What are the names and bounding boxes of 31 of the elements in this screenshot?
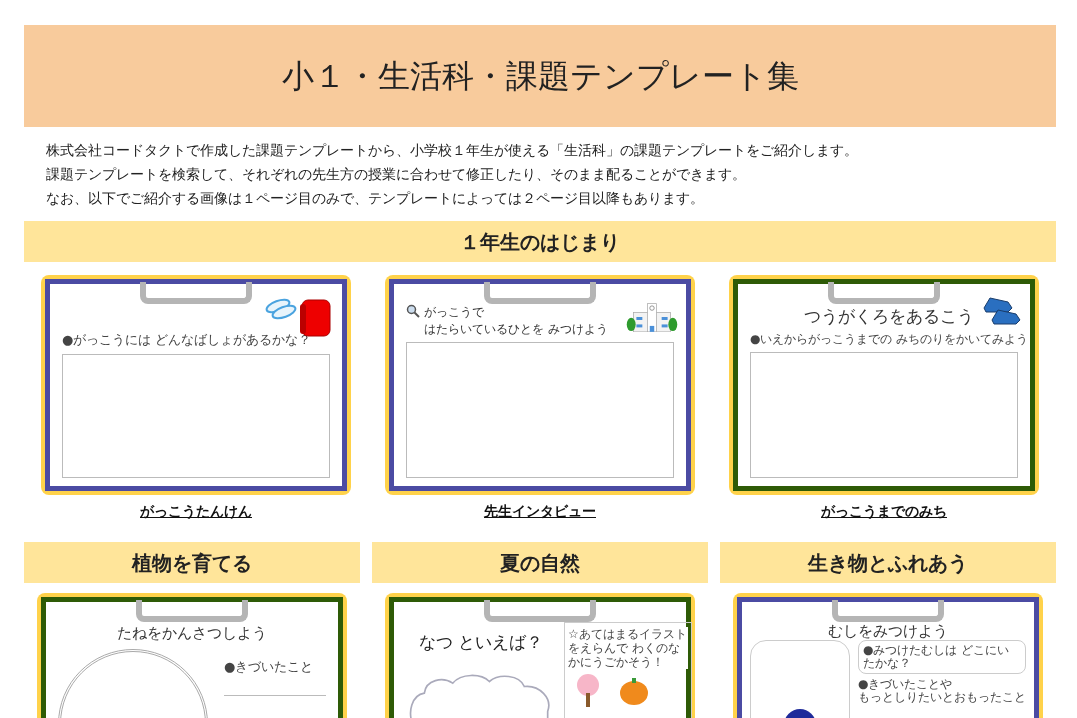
speech-bubble: ●みつけたむしは どこにいたかな？ [858,640,1026,674]
template-link[interactable]: がっこうまでのみち [821,501,947,522]
section-heading: 植物を育てる [24,542,360,583]
worksheet-thumbnail[interactable]: つうがくろをあるこう ●いえからがっこうまでの みちのりをかいてみよう [729,275,1039,495]
worksheet-thumbnail[interactable]: がっこうで はたらいているひとを みつけよう [385,275,695,495]
worksheet-thumbnail[interactable]: たねをかんさつしよう ●きづいたこと [37,593,347,718]
worksheet-title: むしをみつけよう [827,622,949,640]
page-title: 小１・生活科・課題テンプレート集 [281,56,799,97]
school-building-icon [626,302,678,332]
template-link[interactable]: がっこうたんけん [140,501,252,522]
intro-text: 株式会社コードタクトで作成した課題テンプレートから、小学校１年生が使える「生活科」の課題テンプレートをご紹介します。 [46,141,859,160]
worksheet-prompt: ●きづいたことや もっとしりたいとおもったこと [858,678,1026,704]
section-heading: 生き物とふれあう [720,542,1056,583]
worksheet-thumbnail[interactable]: ●がっこうには どんなばしょがあるかな？ [41,275,351,495]
section-heading: 夏の自然 [372,542,708,583]
worksheet-prompt: ●きづいたこと [224,657,315,676]
intro-text: 課題テンプレートを検索して、それぞれの先生方の授業に合わせて修正したり、そのまま配ることができます。 [46,165,747,184]
worksheet-prompt: ●がっこうには どんなばしょがあるかな？ [62,331,312,349]
section-heading: １年生のはじまり [24,221,1056,262]
worksheet-title: なつ といえば？ [417,631,545,654]
worksheet-prompt: ●いえからがっこうまでの みちのりをかいてみよう [750,330,1029,348]
magnifier-icon [406,304,420,318]
worksheet-prompt: がっこうで はたらいているひとを みつけよう [424,304,608,338]
worksheet-thumbnail[interactable]: なつ といえば？ ☆あてはまるイラストをえらんで わくのなかにうごかそう！ [385,593,695,718]
panel-hint: ☆あてはまるイラストをえらんで わくのなかにうごかそう！ [568,627,688,669]
worksheet-thumbnail[interactable]: むしをみつけよう ●みつけたむしは どこにいたかな？ ●きづいたことや もっとしりたいとおもったこと [733,593,1043,718]
worksheet-title: たねをかんさつしよう [116,623,268,644]
sneakers-icon [982,294,1022,326]
worksheet-title: つうがくろをあるこう [804,305,975,328]
template-link[interactable]: 先生インタビュー [484,501,596,522]
intro-text: なお、以下でご紹介する画像は１ページ目のみで、テンプレートによっては２ページ目以降もあります。 [46,189,705,208]
